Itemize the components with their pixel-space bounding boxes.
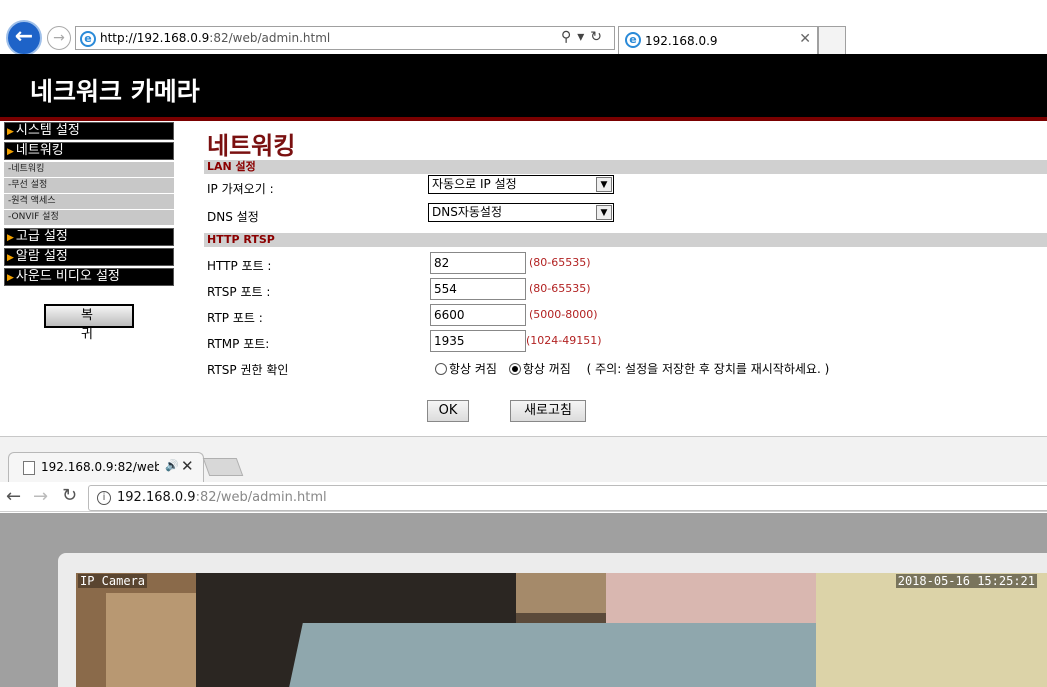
refresh-button[interactable]: 새로고침 xyxy=(510,400,586,422)
forward-arrow-icon[interactable]: → xyxy=(47,26,71,50)
url-host: http://192.168.0.9 xyxy=(100,31,210,45)
ip-label: IP 가져오기 : xyxy=(207,182,274,196)
auth-on-radio[interactable] xyxy=(435,363,447,375)
new-tab-button[interactable] xyxy=(202,458,244,476)
page-header: 네크워크 카메라 xyxy=(0,54,1047,117)
rtp-port-input[interactable]: 6600 xyxy=(430,304,526,326)
omnibox-url: 192.168.0.9:82/web/admin.html xyxy=(117,490,327,505)
sidebar-subitem-onvif[interactable]: -ONVIF 설정 xyxy=(4,210,174,226)
sidebar-item-av[interactable]: ▶ 사운드 비디오 설정 xyxy=(4,268,174,286)
rtmp-port-input[interactable]: 1935 xyxy=(430,330,526,352)
return-button[interactable]: 복 귀 xyxy=(44,304,134,342)
back-arrow-icon[interactable]: ← xyxy=(6,20,42,56)
ip-mode-value: 자동으로 IP 설정 xyxy=(432,177,517,191)
rtp-port-label: RTP 포트 : xyxy=(207,311,263,325)
ok-button[interactable]: OK xyxy=(427,400,469,422)
sidebar-item-system[interactable]: ▶ 시스템 설정 xyxy=(4,122,174,140)
osd-timestamp: 2018-05-16 15:25:21 xyxy=(895,574,1037,588)
http-port-label: HTTP 포트 : xyxy=(207,259,272,273)
rtsp-auth-label: RTSP 권한 확인 xyxy=(207,363,289,377)
header-divider xyxy=(0,117,1047,121)
lan-section-header: LAN 설정 xyxy=(204,160,1047,174)
close-icon[interactable]: ✕ xyxy=(799,31,811,47)
rtmp-port-range: (1024-49151) xyxy=(526,334,602,347)
sidebar-subitem-networking[interactable]: -네트워킹 xyxy=(4,162,174,178)
forward-arrow-icon[interactable]: → xyxy=(33,486,48,507)
tab-label: 192.168.0.9 xyxy=(645,34,718,48)
arrow-right-icon: ▶ xyxy=(7,127,14,137)
sidebar-item-networking[interactable]: ▶ 네트워킹 xyxy=(4,142,174,160)
dns-select[interactable]: DNS자동설정 ▼ xyxy=(428,203,614,222)
ip-mode-select[interactable]: 자동으로 IP 설정 ▼ xyxy=(428,175,614,194)
http-rtsp-section-header: HTTP RTSP xyxy=(204,233,1047,247)
video-wall xyxy=(816,573,1047,687)
chevron-down-icon: ▼ xyxy=(596,177,612,192)
auth-off-label: 항상 꺼짐 xyxy=(522,362,571,376)
http-port-input[interactable]: 82 xyxy=(430,252,526,274)
arrow-right-icon: ▶ xyxy=(7,233,14,243)
omnibox[interactable]: i 192.168.0.9:82/web/admin.html xyxy=(88,485,1047,511)
speaker-icon[interactable]: 🔊 xyxy=(165,459,179,472)
chevron-down-icon: ▼ xyxy=(596,205,612,220)
rtsp-port-range: (80-65535) xyxy=(529,282,591,295)
video-cardboard xyxy=(106,593,206,687)
url-host: 192.168.0.9 xyxy=(117,490,196,505)
address-url: http://192.168.0.9:82/web/admin.html xyxy=(100,31,330,45)
info-icon[interactable]: i xyxy=(97,491,111,505)
reload-icon[interactable]: ↻ xyxy=(62,485,77,506)
dns-label: DNS 설정 xyxy=(207,210,259,224)
arrow-right-icon: ▶ xyxy=(7,253,14,263)
osd-camera-name: IP Camera xyxy=(78,574,148,588)
sidebar-item-label: 시스템 설정 xyxy=(15,123,80,138)
search-refresh-icons[interactable]: ⚲▾↻ xyxy=(561,29,608,45)
sidebar-item-alarm[interactable]: ▶ 알람 설정 xyxy=(4,248,174,266)
video-hand xyxy=(516,573,606,613)
sidebar-subitem-wireless[interactable]: -무선 설정 xyxy=(4,178,174,194)
section-title: 네트워킹 xyxy=(207,132,296,160)
url-path: :82/web/admin.html xyxy=(195,490,327,505)
browser-tab[interactable]: e 192.168.0.9 ✕ xyxy=(618,26,818,54)
chrome-tab[interactable]: 192.168.0.9:82/web/a 🔊 ✕ xyxy=(8,452,204,482)
ie-page-icon: e xyxy=(80,31,96,47)
ie-tab-icon: e xyxy=(625,32,641,48)
rtmp-port-label: RTMP 포트: xyxy=(207,337,270,351)
rtsp-port-input[interactable]: 554 xyxy=(430,278,526,300)
address-bar[interactable]: e http://192.168.0.9:82/web/admin.html ⚲… xyxy=(75,26,615,50)
close-icon[interactable]: ✕ xyxy=(181,457,194,475)
camera-video[interactable] xyxy=(76,573,1047,687)
url-path: :82/web/admin.html xyxy=(209,31,331,45)
auth-on-label: 항상 켜짐 xyxy=(449,362,497,376)
page-title: 네크워크 카메라 xyxy=(30,77,200,106)
arrow-right-icon: ▶ xyxy=(7,273,14,283)
sidebar-item-label: 고급 설정 xyxy=(15,229,68,244)
auth-note: ( 주의: 설정을 저장한 후 장치를 재시작하세요. ) xyxy=(586,362,830,376)
arrow-right-icon: ▶ xyxy=(7,147,14,157)
http-port-range: (80-65535) xyxy=(529,256,591,269)
sidebar-subitem-remote[interactable]: -원격 액세스 xyxy=(4,194,174,210)
new-tab-button[interactable] xyxy=(818,26,846,54)
dns-value: DNS자동설정 xyxy=(432,205,502,219)
chrome-tab-label: 192.168.0.9:82/web/a xyxy=(41,460,159,474)
auth-off-radio[interactable] xyxy=(508,363,521,375)
sidebar-item-label: 알람 설정 xyxy=(15,249,68,264)
rtsp-auth-options: 항상 켜짐 항상 꺼짐 ( 주의: 설정을 저장한 후 장치를 재시작하세요. … xyxy=(435,360,829,377)
rtp-port-range: (5000-8000) xyxy=(529,308,598,321)
sidebar-item-advanced[interactable]: ▶ 고급 설정 xyxy=(4,228,174,246)
page-icon xyxy=(23,461,35,475)
sidebar-item-label: 네트워킹 xyxy=(15,143,64,158)
video-bed xyxy=(289,623,843,687)
rtsp-port-label: RTSP 포트 : xyxy=(207,285,271,299)
back-arrow-icon[interactable]: ← xyxy=(6,486,21,507)
sidebar-item-label: 사운드 비디오 설정 xyxy=(15,269,120,284)
